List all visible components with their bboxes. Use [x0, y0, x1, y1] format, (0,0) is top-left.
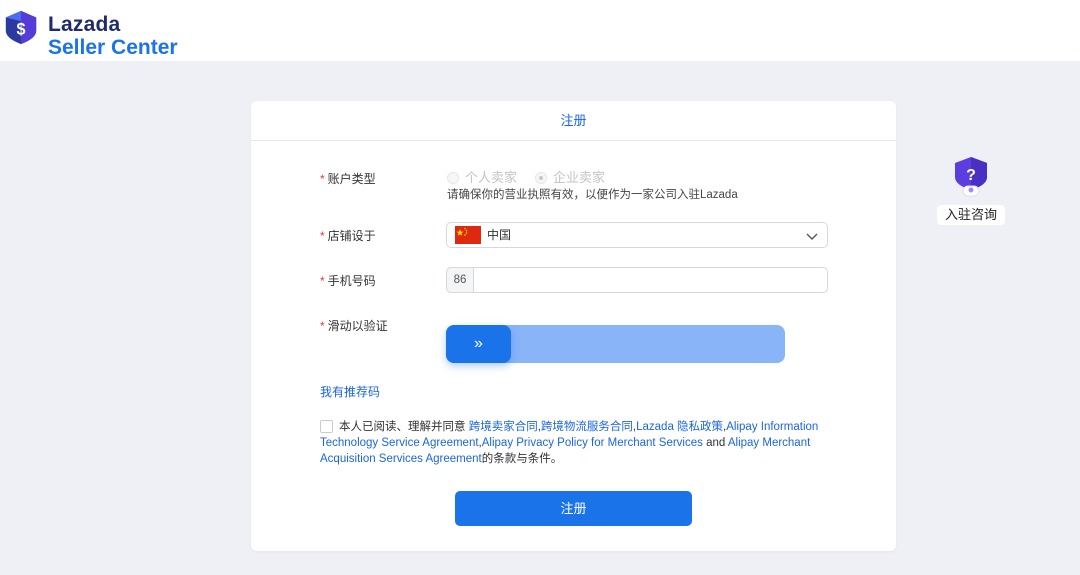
register-card: 注册 * 账户类型 个人卖家 企业卖家 请确保你的营业执照有效，以便作为一家公司入… [251, 101, 896, 551]
register-button[interactable]: 注册 [455, 491, 692, 526]
agreement-text: 本人已阅读、理解并同意 跨境卖家合同,跨境物流服务合同,Lazada 隐私政策,… [320, 421, 819, 465]
double-chevron-right-icon: » [474, 335, 483, 352]
required-mark: * [320, 319, 325, 333]
card-header: 注册 [251, 101, 896, 141]
slider-handle[interactable]: » [446, 325, 511, 363]
question-icon: ? [955, 157, 987, 197]
lazada-seller-center-logo[interactable]: $ Lazada Seller Center [0, 6, 200, 59]
required-mark: * [320, 274, 325, 288]
required-mark: * [320, 229, 325, 243]
slider-verify-label: * 滑动以验证 [320, 319, 388, 333]
radio-company-seller[interactable]: 企业卖家 [535, 170, 615, 186]
required-mark: * [320, 172, 325, 186]
consult-widget[interactable]: ? 入驻咨询 [935, 155, 1007, 227]
phone-input[interactable] [473, 267, 828, 293]
page-title: 注册 [560, 113, 587, 128]
china-flag-icon [455, 226, 481, 244]
store-location-label: * 店铺设于 [320, 229, 376, 243]
radio-individual-seller[interactable]: 个人卖家 [447, 170, 527, 186]
referral-code-link[interactable]: 我有推荐码 [320, 384, 380, 400]
account-type-hint: 请确保你的营业执照有效，以便作为一家公司入驻Lazada [447, 189, 738, 201]
radio-label: 企业卖家 [553, 170, 606, 185]
svg-text:?: ? [966, 167, 976, 184]
country-code-prefix: 86 [446, 267, 474, 293]
chevron-down-icon [806, 233, 818, 240]
svg-text:$: $ [17, 21, 26, 39]
radio-selected-icon [535, 172, 547, 184]
store-location-select[interactable]: 中国 [446, 222, 828, 248]
privacy-policy-link[interactable]: Lazada 隐私政策 [636, 421, 723, 433]
account-type-label: * 账户类型 [320, 172, 376, 186]
radio-circle-icon [447, 172, 459, 184]
logistics-contract-link[interactable]: 跨境物流服务合同 [541, 421, 633, 433]
lazada-logo-icon: $ [5, 10, 37, 45]
radio-label: 个人卖家 [465, 170, 518, 185]
phone-label: * 手机号码 [320, 274, 376, 288]
consult-label: 入驻咨询 [937, 205, 1005, 225]
brand-subtitle: Seller Center [48, 36, 178, 59]
top-bar: $ Lazada Seller Center [0, 0, 1080, 61]
selected-country: 中国 [487, 228, 512, 242]
alipay-privacy-policy-link[interactable]: Alipay Privacy Policy for Merchant Servi… [482, 437, 703, 449]
cross-border-seller-contract-link[interactable]: 跨境卖家合同 [469, 421, 538, 433]
